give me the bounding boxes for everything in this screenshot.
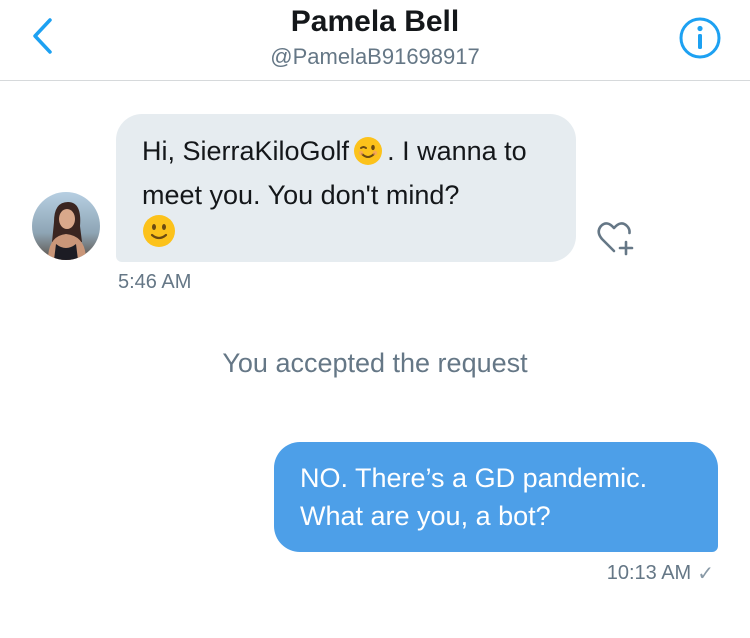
avatar[interactable] xyxy=(32,192,100,260)
heart-add-icon xyxy=(597,222,634,256)
winking-face-emoji-icon xyxy=(353,136,383,176)
avatar-photo xyxy=(32,192,100,260)
message-text: Hi, SierraKiloGolf xyxy=(142,136,350,166)
incoming-message-bubble[interactable]: Hi, SierraKiloGolf . I wanna to meet you… xyxy=(116,114,576,262)
contact-name: Pamela Bell xyxy=(290,5,460,38)
message-timestamp: 10:13 AM xyxy=(606,562,692,584)
slightly-smiling-face-emoji-icon xyxy=(142,214,176,258)
message-text: NO. There’s a GD pandemic. What are you,… xyxy=(300,463,648,531)
info-button[interactable] xyxy=(676,14,724,62)
contact-handle: @PamelaB91698917 xyxy=(270,44,480,69)
info-icon xyxy=(679,17,721,59)
outgoing-message-bubble[interactable]: NO. There’s a GD pandemic. What are you,… xyxy=(274,442,718,552)
sent-check-icon: ✓ xyxy=(697,563,714,585)
like-message-button[interactable] xyxy=(594,217,640,259)
system-message: You accepted the request xyxy=(222,348,528,378)
message-timestamp: 5:46 AM xyxy=(118,271,192,293)
message-meta: 10:13 AM ✓ xyxy=(607,561,714,586)
conversation-header: Pamela Bell @PamelaB91698917 xyxy=(0,0,750,81)
